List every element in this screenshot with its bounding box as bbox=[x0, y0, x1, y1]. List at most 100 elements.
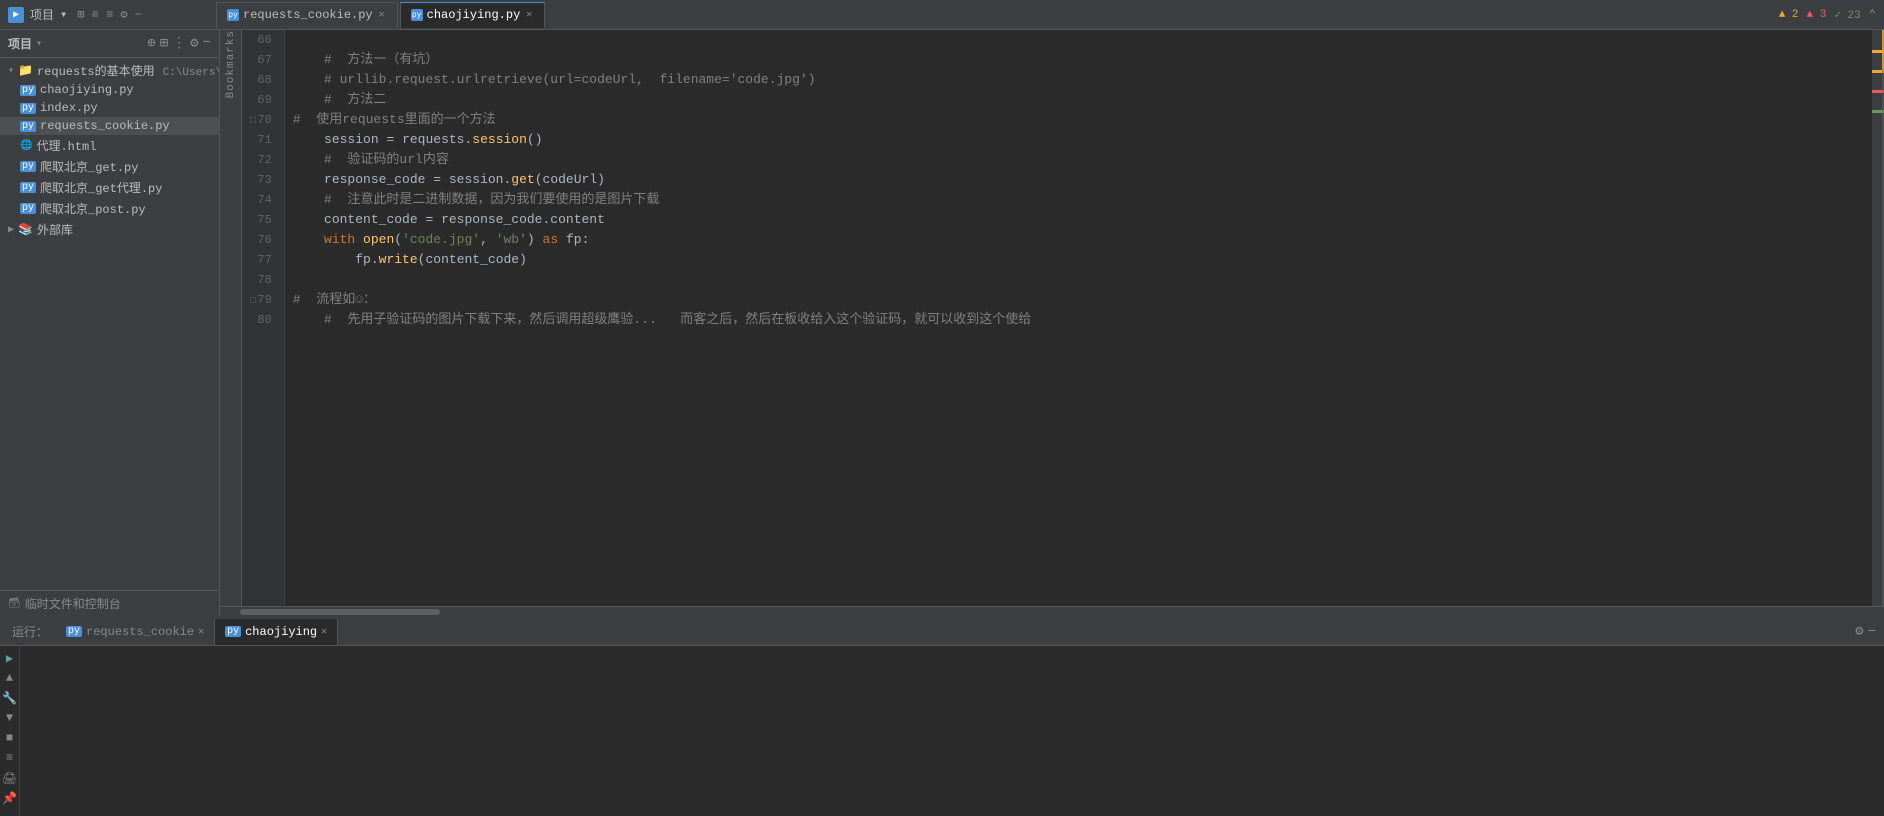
file-label-2: index.py bbox=[40, 101, 98, 115]
run-play-button[interactable]: ▶ bbox=[2, 650, 18, 666]
var-requests-71: requests bbox=[402, 130, 464, 150]
terminal-content bbox=[20, 646, 1884, 816]
ln-69: 69 bbox=[250, 90, 276, 110]
sidebar-action-5[interactable]: − bbox=[203, 35, 211, 52]
run-print-button[interactable]: 🖨 bbox=[2, 770, 18, 786]
dot-71: . bbox=[464, 130, 472, 150]
code-line-77: fp . write ( content_code ) bbox=[293, 250, 1864, 270]
paren-73b: ) bbox=[597, 170, 605, 190]
file-label-5: 爬取北京_get.py bbox=[40, 158, 138, 175]
html-file-icon: 🌐 bbox=[20, 140, 32, 152]
py-icon-1: py bbox=[227, 9, 239, 21]
paren-71: () bbox=[527, 130, 543, 150]
ln-80: 80 bbox=[250, 310, 276, 330]
code-line-73: response_code = session . get ( codeUrl … bbox=[293, 170, 1864, 190]
comment-67: # 方法一（有坑） bbox=[293, 50, 439, 70]
code-line-72: # 验证码的url内容 bbox=[293, 150, 1864, 170]
fn-get-73: get bbox=[511, 170, 534, 190]
code-line-75: content_code = response_code . content bbox=[293, 210, 1864, 230]
tab-close-1[interactable]: ✕ bbox=[377, 8, 387, 22]
str-wb: 'wb' bbox=[496, 230, 527, 250]
attr-content-75: content bbox=[550, 210, 605, 230]
bookmarks-label: Bookmarks bbox=[225, 30, 237, 106]
bottom-tab-chaojiying[interactable]: py chaojiying ✕ bbox=[215, 619, 338, 645]
settings-icon[interactable]: ⚙ bbox=[1855, 623, 1863, 640]
ln-79: ⬚79 bbox=[250, 290, 276, 310]
tab-requests-cookie[interactable]: py requests_cookie.py ✕ bbox=[216, 2, 398, 28]
bottom-tab-close-2[interactable]: ✕ bbox=[321, 626, 327, 638]
file-label-7: 爬取北京_post.py bbox=[40, 200, 146, 217]
comment-80: # 先用子验证码的图片下载下来，然后调用超级鹰验... 而客之后，然后在板收给入… bbox=[293, 310, 1031, 330]
sidebar-item-beijing-post[interactable]: py 爬取北京_post.py bbox=[0, 198, 219, 219]
ext-lib-label: 外部库 bbox=[37, 221, 73, 238]
dot-73: . bbox=[503, 170, 511, 190]
bottom-tab-icon-2: py bbox=[225, 626, 241, 637]
sidebar-chevron: ▾ bbox=[36, 38, 42, 50]
bottom-tab-label-2: chaojiying bbox=[245, 625, 317, 639]
sidebar-item-beijing-get-proxy[interactable]: py 爬取北京_get代理.py bbox=[0, 177, 219, 198]
horizontal-scrollbar[interactable] bbox=[220, 606, 1884, 616]
sidebar-item-proxy-html[interactable]: 🌐 代理.html bbox=[0, 135, 219, 156]
run-wrench-button[interactable]: 🔧 bbox=[2, 690, 18, 706]
sidebar-title: 项目 ▾ bbox=[8, 35, 42, 52]
fn-write: write bbox=[379, 250, 418, 270]
kw-with: with bbox=[293, 230, 363, 250]
sidebar-action-3[interactable]: ⋮ bbox=[172, 35, 186, 52]
sidebar-item-requests-cookie[interactable]: py requests_cookie.py bbox=[0, 117, 219, 135]
code-editor: Bookmarks 66 67 68 69 ⬚70 71 72 73 74 75… bbox=[220, 30, 1884, 606]
kw-as: as bbox=[535, 230, 566, 250]
ln-77: 77 bbox=[250, 250, 276, 270]
run-options-button[interactable]: ≡ bbox=[2, 750, 18, 766]
sidebar-external-lib[interactable]: ▶ 📚 外部库 bbox=[0, 219, 219, 240]
warning-count[interactable]: ▲ 2 bbox=[1779, 9, 1799, 21]
bottom-tab-requests-cookie[interactable]: py requests_cookie ✕ bbox=[56, 619, 215, 645]
sidebar-item-beijing-get[interactable]: py 爬取北京_get.py bbox=[0, 156, 219, 177]
close-panel-icon[interactable]: − bbox=[1868, 624, 1876, 640]
project-label-icon: ▾ bbox=[60, 7, 67, 22]
fn-session: session bbox=[472, 130, 527, 150]
run-label: 运行： bbox=[4, 621, 56, 642]
main-content: 项目 ▾ ⊕ ⊞ ⋮ ⚙ − ▾ 📁 requests的基本使用 C:\User… bbox=[0, 30, 1884, 616]
sidebar-item-index[interactable]: py index.py bbox=[0, 99, 219, 117]
sidebar-action-1[interactable]: ⊕ bbox=[147, 35, 155, 52]
tab-close-2[interactable]: ✕ bbox=[524, 8, 534, 22]
var-response-code-75: response_code bbox=[441, 210, 542, 230]
bottom-panel-tabs: 运行： py requests_cookie ✕ py chaojiying ✕… bbox=[0, 618, 1884, 646]
tab-label-1: requests_cookie.py bbox=[243, 8, 373, 22]
sidebar-temp-files[interactable]: 🗃 临时文件和控制台 bbox=[0, 590, 219, 616]
var-session-73: session bbox=[449, 170, 504, 190]
bottom-tab-close-1[interactable]: ✕ bbox=[198, 626, 204, 638]
tab-chaojiying[interactable]: py chaojiying.py ✕ bbox=[400, 2, 546, 28]
var-response-code: response_code bbox=[293, 170, 433, 190]
h-scroll-thumb[interactable] bbox=[240, 609, 440, 615]
run-pin-button[interactable]: 📌 bbox=[2, 790, 18, 806]
code-line-70: # 使用requests里面的一个方法 bbox=[293, 110, 1864, 130]
paren-77a: ( bbox=[418, 250, 426, 270]
op-eq-73: = bbox=[433, 170, 449, 190]
sidebar-action-2[interactable]: ⊞ bbox=[160, 35, 168, 52]
ok-count[interactable]: ✓ 23 bbox=[1834, 8, 1860, 22]
sidebar-root-folder[interactable]: ▾ 📁 requests的基本使用 C:\Users\G惠普6\Desktop\… bbox=[0, 60, 219, 81]
sidebar-action-4[interactable]: ⚙ bbox=[190, 35, 198, 52]
gutter-icon-70[interactable]: ⬚ bbox=[250, 110, 255, 130]
comment-74: # 注意此时是二进制数据，因为我们要使用的是图片下载 bbox=[293, 190, 660, 210]
sidebar-actions[interactable]: ⊕ ⊞ ⋮ ⚙ − bbox=[147, 35, 211, 52]
expand-icon[interactable]: ⌃ bbox=[1869, 7, 1876, 22]
bottom-panel-actions: ⚙ − bbox=[1855, 623, 1880, 640]
error-count[interactable]: ▲ 3 bbox=[1807, 9, 1827, 21]
run-controls: ▶ ▲ 🔧 ▼ ■ ≡ 🖨 📌 bbox=[0, 646, 20, 816]
code-content[interactable]: # 方法一（有坑） # urllib.request.urlretrieve(u… bbox=[285, 30, 1872, 606]
run-up-button[interactable]: ▲ bbox=[2, 670, 18, 686]
sidebar: 项目 ▾ ⊕ ⊞ ⋮ ⚙ − ▾ 📁 requests的基本使用 C:\User… bbox=[0, 30, 220, 616]
ln-67: 67 bbox=[250, 50, 276, 70]
right-indicator[interactable] bbox=[1872, 30, 1884, 606]
op-eq-75: = bbox=[425, 210, 441, 230]
var-codeurl-73: codeUrl bbox=[543, 170, 598, 190]
sidebar-item-chaojiying[interactable]: py chaojiying.py bbox=[0, 81, 219, 99]
ln-68: 68 bbox=[250, 70, 276, 90]
gutter-icon-79[interactable]: ⬚ bbox=[250, 290, 255, 310]
run-down-button[interactable]: ▼ bbox=[2, 710, 18, 726]
run-stop-button[interactable]: ■ bbox=[2, 730, 18, 746]
file-label-4: 代理.html bbox=[36, 137, 96, 154]
bottom-tab-label-1: requests_cookie bbox=[86, 625, 194, 639]
